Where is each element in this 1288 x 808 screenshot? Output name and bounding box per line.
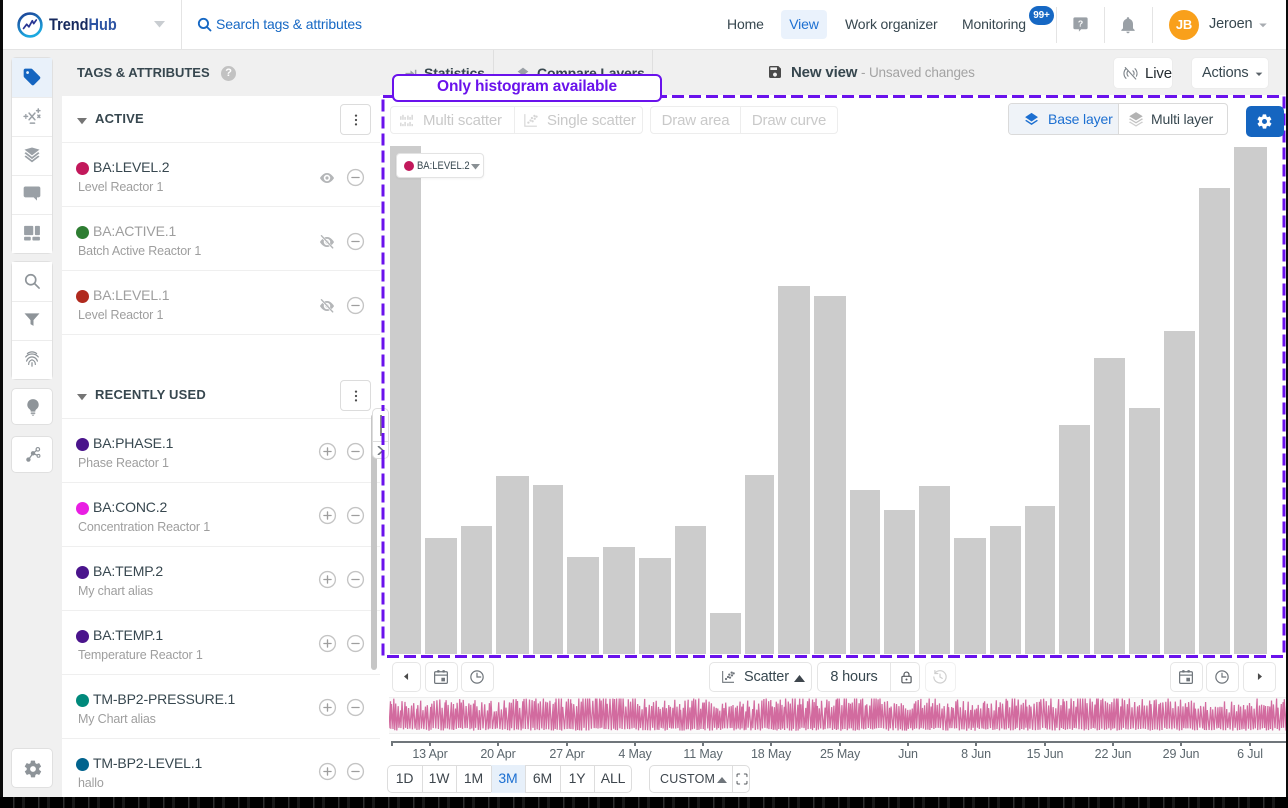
svg-text:?: ? xyxy=(1078,18,1083,28)
